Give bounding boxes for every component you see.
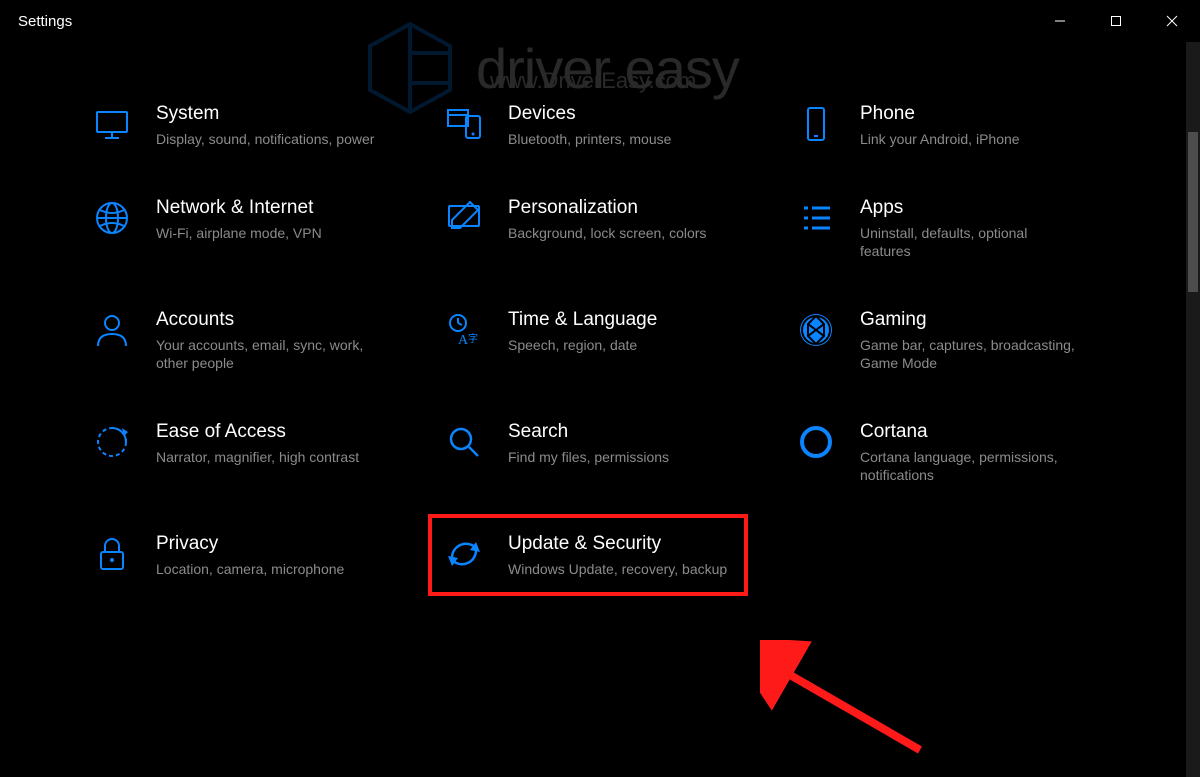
category-subtitle: Display, sound, notifications, power [156,130,374,148]
category-phone[interactable]: Phone Link your Android, iPhone [794,102,1114,148]
category-subtitle: Bluetooth, printers, mouse [508,130,671,148]
category-system[interactable]: System Display, sound, notifications, pow… [90,102,410,148]
category-cortana[interactable]: Cortana Cortana language, permissions, no… [794,420,1114,484]
category-subtitle: Narrator, magnifier, high contrast [156,448,359,466]
category-subtitle: Location, camera, microphone [156,560,344,578]
update-icon [442,532,486,576]
category-subtitle: Windows Update, recovery, backup [508,560,727,578]
category-gaming[interactable]: Gaming Game bar, captures, broadcasting, … [794,308,1114,372]
search-icon [442,420,486,464]
category-title: Privacy [156,532,344,556]
category-title: Cortana [860,420,1080,444]
svg-text:字: 字 [468,332,478,345]
category-subtitle: Uninstall, defaults, optional features [860,224,1080,260]
category-title: Search [508,420,669,444]
category-update[interactable]: Update & Security Windows Update, recover… [428,514,748,596]
category-apps[interactable]: Apps Uninstall, defaults, optional featur… [794,196,1114,260]
category-title: Apps [860,196,1080,220]
title-bar: Settings [0,0,1200,42]
category-title: Personalization [508,196,706,220]
category-subtitle: Background, lock screen, colors [508,224,706,242]
gaming-icon [794,308,838,352]
vertical-scrollbar[interactable] [1186,42,1200,777]
category-title: Phone [860,102,1020,126]
maximize-button[interactable] [1088,0,1144,42]
network-icon [90,196,134,240]
category-subtitle: Speech, region, date [508,336,657,354]
category-network[interactable]: Network & Internet Wi-Fi, airplane mode, … [90,196,410,260]
category-privacy[interactable]: Privacy Location, camera, microphone [90,532,410,578]
close-icon [1166,15,1178,27]
category-search[interactable]: Search Find my files, permissions [442,420,762,484]
category-subtitle: Link your Android, iPhone [860,130,1020,148]
category-title: Devices [508,102,671,126]
category-subtitle: Game bar, captures, broadcasting, Game M… [860,336,1080,372]
category-subtitle: Cortana language, permissions, notificat… [860,448,1080,484]
accounts-icon [90,308,134,352]
category-title: Update & Security [508,532,727,556]
annotation-arrow-icon [760,640,930,760]
category-title: Network & Internet [156,196,322,220]
close-button[interactable] [1144,0,1200,42]
phone-icon [794,102,838,146]
privacy-icon [90,532,134,576]
apps-icon [794,196,838,240]
category-personalization[interactable]: Personalization Background, lock screen, … [442,196,762,260]
window-controls [1032,0,1200,42]
personalization-icon [442,196,486,240]
category-title: Time & Language [508,308,657,332]
category-devices[interactable]: Devices Bluetooth, printers, mouse [442,102,762,148]
minimize-button[interactable] [1032,0,1088,42]
maximize-icon [1110,15,1122,27]
scrollbar-thumb[interactable] [1188,132,1198,292]
category-title: Accounts [156,308,376,332]
category-ease[interactable]: Ease of Access Narrator, magnifier, high … [90,420,410,484]
category-time[interactable]: A字 Time & Language Speech, region, date [442,308,762,372]
system-icon [90,102,134,146]
category-title: Ease of Access [156,420,359,444]
window-title: Settings [18,13,72,30]
category-subtitle: Find my files, permissions [508,448,669,466]
minimize-icon [1054,15,1066,27]
settings-categories: System Display, sound, notifications, pow… [0,42,1200,578]
ease-icon [90,420,134,464]
category-subtitle: Wi-Fi, airplane mode, VPN [156,224,322,242]
category-subtitle: Your accounts, email, sync, work, other … [156,336,376,372]
devices-icon [442,102,486,146]
category-title: Gaming [860,308,1080,332]
category-title: System [156,102,374,126]
time-icon: A字 [442,308,486,352]
category-accounts[interactable]: Accounts Your accounts, email, sync, work… [90,308,410,372]
cortana-icon [794,420,838,464]
